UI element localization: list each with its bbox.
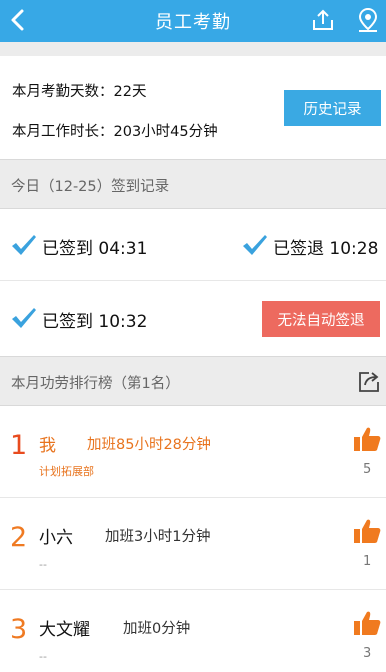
checkin-time: 已签到 10:32 [42,312,148,332]
checkin-row: 已签到 04:31 已签退 10:28 [0,209,386,281]
overtime-text: 加班3小时1分钟 [105,529,211,545]
list-item[interactable]: 3 大文耀 加班0分钟 -- 3 [0,590,386,672]
like-count: 5 [363,462,372,477]
overtime-text: 加班85小时28分钟 [87,437,211,453]
thumbs-up-icon[interactable] [353,609,381,637]
checkin-row: 已签到 10:32 无法自动签退 [0,282,386,354]
department-text: -- [39,558,47,571]
ranking-section-header: 本月功劳排行榜（第1名） [0,356,386,406]
work-hours: 本月工作时长：203小时45分钟 [12,124,218,140]
location-icon[interactable] [357,7,379,33]
department-text: 计划拓展部 [39,465,94,478]
check-icon [243,235,267,255]
attendance-summary: 本月考勤天数：22天 本月工作时长：203小时45分钟 历史记录 [0,56,386,159]
overtime-text: 加班0分钟 [123,621,191,637]
app-header: 员工考勤 [0,0,386,42]
employee-name: 小六 [39,528,73,548]
auto-checkout-button[interactable]: 无法自动签退 [262,301,380,337]
rank-number: 3 [10,614,28,645]
check-icon [12,308,36,328]
department-text: -- [39,650,47,663]
employee-name: 大文耀 [39,620,90,640]
list-item[interactable]: 1 我 加班85小时28分钟 计划拓展部 5 [0,406,386,498]
ranking-list: 1 我 加班85小时28分钟 计划拓展部 5 2 小六 加班3小时1分钟 -- … [0,406,386,672]
upload-icon[interactable] [311,8,335,32]
list-item[interactable]: 2 小六 加班3小时1分钟 -- 1 [0,498,386,590]
ranking-section-title: 本月功劳排行榜（第1名） [11,376,180,392]
today-section-header: 今日（12-25）签到记录 [0,159,386,209]
check-icon [12,235,36,255]
rank-number: 2 [10,522,28,553]
header-spacer [0,42,386,56]
checkin-time: 已签到 04:31 [42,239,148,259]
chevron-left-icon[interactable] [6,6,32,34]
attendance-days: 本月考勤天数：22天 [12,84,147,100]
share-arrow-icon[interactable] [357,370,381,394]
history-button[interactable]: 历史记录 [284,90,381,126]
thumbs-up-icon[interactable] [353,517,381,545]
thumbs-up-icon[interactable] [353,425,381,453]
like-count: 3 [363,646,372,661]
checkin-records: 已签到 04:31 已签退 10:28 已签到 10:32 无法自动签退 [0,209,386,356]
page-title: 员工考勤 [155,12,231,33]
rank-number: 1 [10,430,28,461]
like-count: 1 [363,554,372,569]
today-section-title: 今日（12-25）签到记录 [11,179,170,195]
employee-name: 我 [39,436,56,456]
checkout-time: 已签退 10:28 [273,239,379,259]
